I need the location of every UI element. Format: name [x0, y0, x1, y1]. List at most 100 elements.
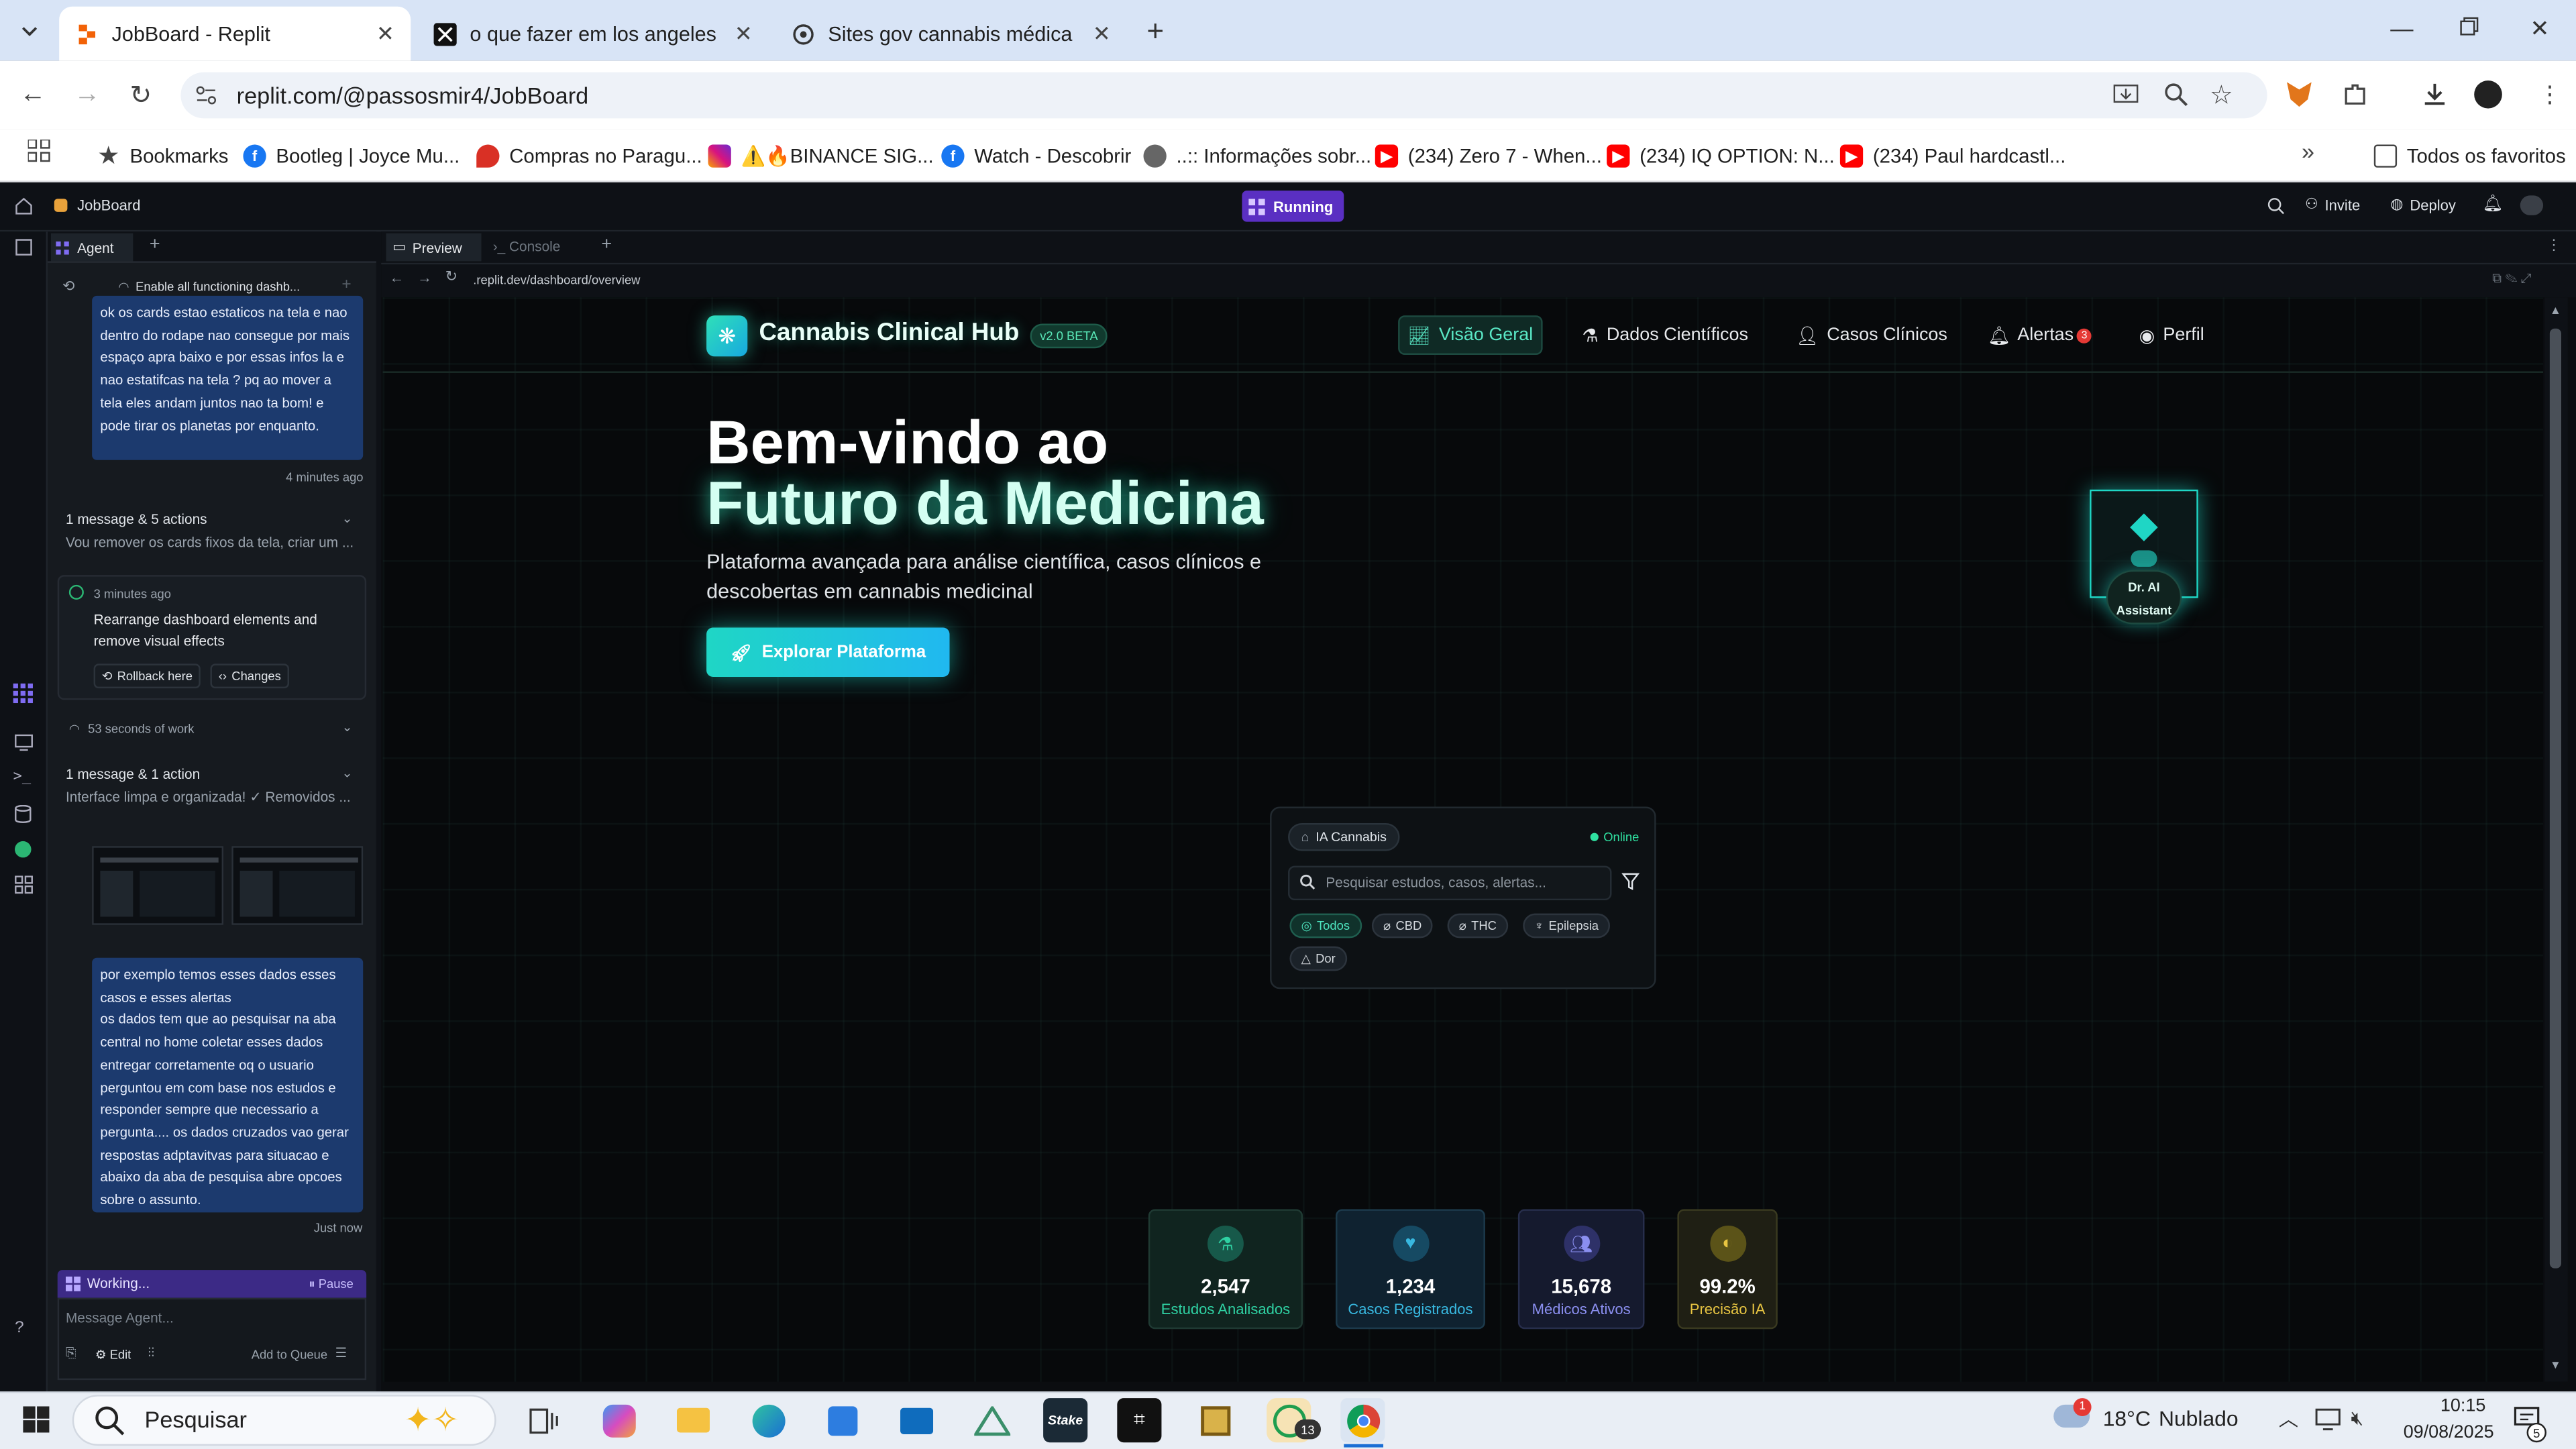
filter-icon[interactable] [1621, 872, 1640, 890]
search-icon[interactable] [2267, 197, 2286, 215]
browser-tab-2[interactable]: o que fazer em los angeles ✕ [417, 7, 769, 61]
taskbar-search-input[interactable]: Pesquisar [145, 1406, 247, 1432]
thread-title[interactable]: ◠ Enable all functioning dashb... [118, 279, 300, 294]
file-explorer-icon[interactable] [670, 1398, 714, 1442]
nav-dados-cientificos[interactable]: ⚗ Dados Científicos [1582, 315, 1748, 355]
preview-forward-icon[interactable]: → [417, 270, 432, 286]
scroll-up-icon[interactable]: ▲ [2550, 306, 2561, 317]
dr-ai-assistant-button[interactable]: Dr. AI Assistant [2106, 570, 2182, 625]
scroll-down-icon[interactable]: ▼ [2550, 1360, 2561, 1372]
store-icon[interactable] [820, 1398, 864, 1442]
downloads-icon[interactable] [2422, 80, 2448, 107]
message-input[interactable]: Message Agent... [66, 1309, 174, 1326]
stat-card-precisao[interactable]: ◐ 99.2% Precisão IA [1677, 1209, 1778, 1330]
browser-tab-3[interactable]: Sites gov cannabis médica ✕ [775, 7, 1127, 61]
more-menu-icon[interactable]: ⋮ [2538, 80, 2561, 109]
stat-card-estudos[interactable]: ⚗ 2,547 Estudos Analisados [1148, 1209, 1303, 1330]
show-hidden-icons-icon[interactable]: ︿ [2279, 1405, 2298, 1433]
install-app-icon[interactable] [2112, 82, 2139, 107]
all-tools-icon[interactable] [15, 875, 33, 894]
deploy-button[interactable]: ◍ Deploy [2390, 195, 2456, 213]
bookmark-item[interactable]: ..:: Informações sobr... [1143, 138, 1371, 174]
clock-time[interactable]: 10:15 [2394, 1397, 2485, 1416]
settings-sliders-icon[interactable]: ⫶⫶ [148, 1346, 154, 1362]
stat-card-casos[interactable]: ♥ 1,234 Casos Registrados [1336, 1209, 1485, 1330]
action-group-1-title[interactable]: 1 message & 5 actions [66, 511, 207, 527]
bookmark-item[interactable]: Compras no Paragu... [476, 138, 702, 174]
close-tab-icon[interactable]: ✕ [1093, 21, 1111, 47]
queue-icon[interactable]: ☰ [335, 1346, 347, 1360]
tab-agent[interactable]: Agent [50, 233, 133, 262]
more-bookmarks-icon[interactable]: » [2302, 138, 2314, 164]
bookmark-star-icon[interactable]: ☆ [2210, 79, 2233, 112]
all-bookmarks-folder[interactable]: Todos os favoritos [2373, 138, 2566, 174]
edit-mode-button[interactable]: ⚙ Edit [95, 1347, 131, 1362]
back-icon[interactable]: ← [19, 80, 46, 110]
network-icon[interactable] [2315, 1408, 2341, 1431]
filter-chip-todos[interactable]: ◎ Todos [1289, 913, 1362, 938]
restore-icon[interactable] [2459, 16, 2479, 36]
scrollbar-thumb[interactable] [2549, 328, 2561, 1269]
filter-chip-cbd[interactable]: ⌀ CBD [1371, 913, 1434, 938]
search-input[interactable]: Pesquisar estudos, casos, alertas... [1326, 874, 1546, 890]
rollback-button[interactable]: ⟲ Rollback here [93, 663, 201, 689]
archive-app-icon[interactable] [1193, 1398, 1237, 1442]
attach-icon[interactable]: ⎘ [66, 1346, 76, 1362]
reload-icon[interactable]: ↻ [129, 79, 152, 112]
secrets-icon[interactable] [15, 841, 32, 858]
explore-platform-button[interactable]: 🚀︎ Explorar Plataforma [706, 627, 950, 677]
stake-app-icon[interactable]: Stake [1043, 1398, 1088, 1443]
capcut-icon[interactable]: ⌗ [1117, 1398, 1162, 1443]
windows-start-icon[interactable] [23, 1406, 50, 1433]
pause-button[interactable]: ⏸ Pause [309, 1277, 353, 1293]
preview-back-icon[interactable]: ← [389, 270, 404, 286]
bookmark-item[interactable]: f Bootleg | Joyce Mu... [243, 138, 460, 174]
outlook-icon[interactable] [894, 1398, 938, 1442]
nav-casos-clinicos[interactable]: 👤︎ Casos Clínicos [1796, 315, 1947, 355]
edge-icon[interactable] [746, 1398, 790, 1442]
close-tab-icon[interactable]: ✕ [735, 21, 753, 47]
filter-chip-epilepsia[interactable]: ♆ Epilepsia [1523, 913, 1611, 938]
add-to-queue-button[interactable]: Add to Queue [252, 1347, 327, 1362]
new-tab-icon[interactable]: + [1146, 15, 1164, 49]
preview-url[interactable]: .replit.dev/dashboard/overview [473, 273, 640, 288]
close-window-icon[interactable]: ✕ [2530, 15, 2549, 43]
history-icon[interactable]: ⟲ [62, 278, 74, 296]
shell-icon[interactable]: >_ [13, 769, 32, 785]
devtools-icon[interactable]: ⧉ ✎ ⤢ [2492, 271, 2531, 287]
preview-reload-icon[interactable]: ↻ [445, 268, 458, 286]
work-duration[interactable]: ◠ 53 seconds of work [69, 721, 195, 736]
run-status-button[interactable]: Running [1242, 191, 1344, 222]
tab-preview[interactable]: ▭ Preview [386, 233, 482, 262]
nav-perfil[interactable]: ◉ Perfil [2139, 315, 2204, 355]
files-icon[interactable] [15, 238, 33, 256]
chrome-icon[interactable] [1340, 1398, 1385, 1443]
task-view-icon[interactable] [521, 1398, 565, 1442]
extensions-icon[interactable] [2343, 82, 2367, 107]
chevron-down-icon[interactable]: ⌄ [341, 511, 352, 526]
action-group-2-title[interactable]: 1 message & 1 action [66, 765, 200, 782]
agent-icon[interactable] [13, 683, 33, 704]
project-name[interactable]: JobBoard [54, 197, 140, 213]
new-thread-icon[interactable]: + [341, 276, 351, 294]
database-icon[interactable] [15, 805, 32, 823]
nav-alertas[interactable]: 🔔︎ Alertas 3 [1988, 315, 2092, 355]
volume-muted-icon[interactable]: 🔇︎ [2351, 1406, 2364, 1431]
browser-tab-replit[interactable]: JobBoard - Replit ✕ [59, 6, 411, 61]
weather-temperature[interactable]: 18°C [2103, 1406, 2151, 1431]
bookmark-item[interactable]: ▶ (234) IQ OPTION: N... [1607, 138, 1835, 174]
minimize-icon[interactable]: — [2390, 15, 2413, 41]
chevron-down-icon[interactable]: ⌄ [341, 720, 352, 735]
bookmark-item[interactable]: f Watch - Descobrir [941, 138, 1131, 174]
bookmark-item[interactable]: ★ Bookmarks [97, 138, 228, 174]
home-icon[interactable] [15, 197, 33, 215]
profile-avatar[interactable] [2474, 80, 2502, 109]
attachment-thumbnail-1[interactable] [92, 846, 224, 925]
notifications-icon[interactable]: 🔔︎ [2482, 195, 2503, 213]
new-tab-plus-icon[interactable]: + [601, 235, 612, 254]
weather-description[interactable]: Nublado [2159, 1406, 2239, 1431]
changes-button[interactable]: ‹› Changes [210, 663, 290, 689]
forward-icon[interactable]: → [74, 80, 100, 110]
attachment-thumbnail-2[interactable] [231, 846, 364, 925]
bookmark-item[interactable]: ▶ (234) Zero 7 - When... [1375, 138, 1602, 174]
